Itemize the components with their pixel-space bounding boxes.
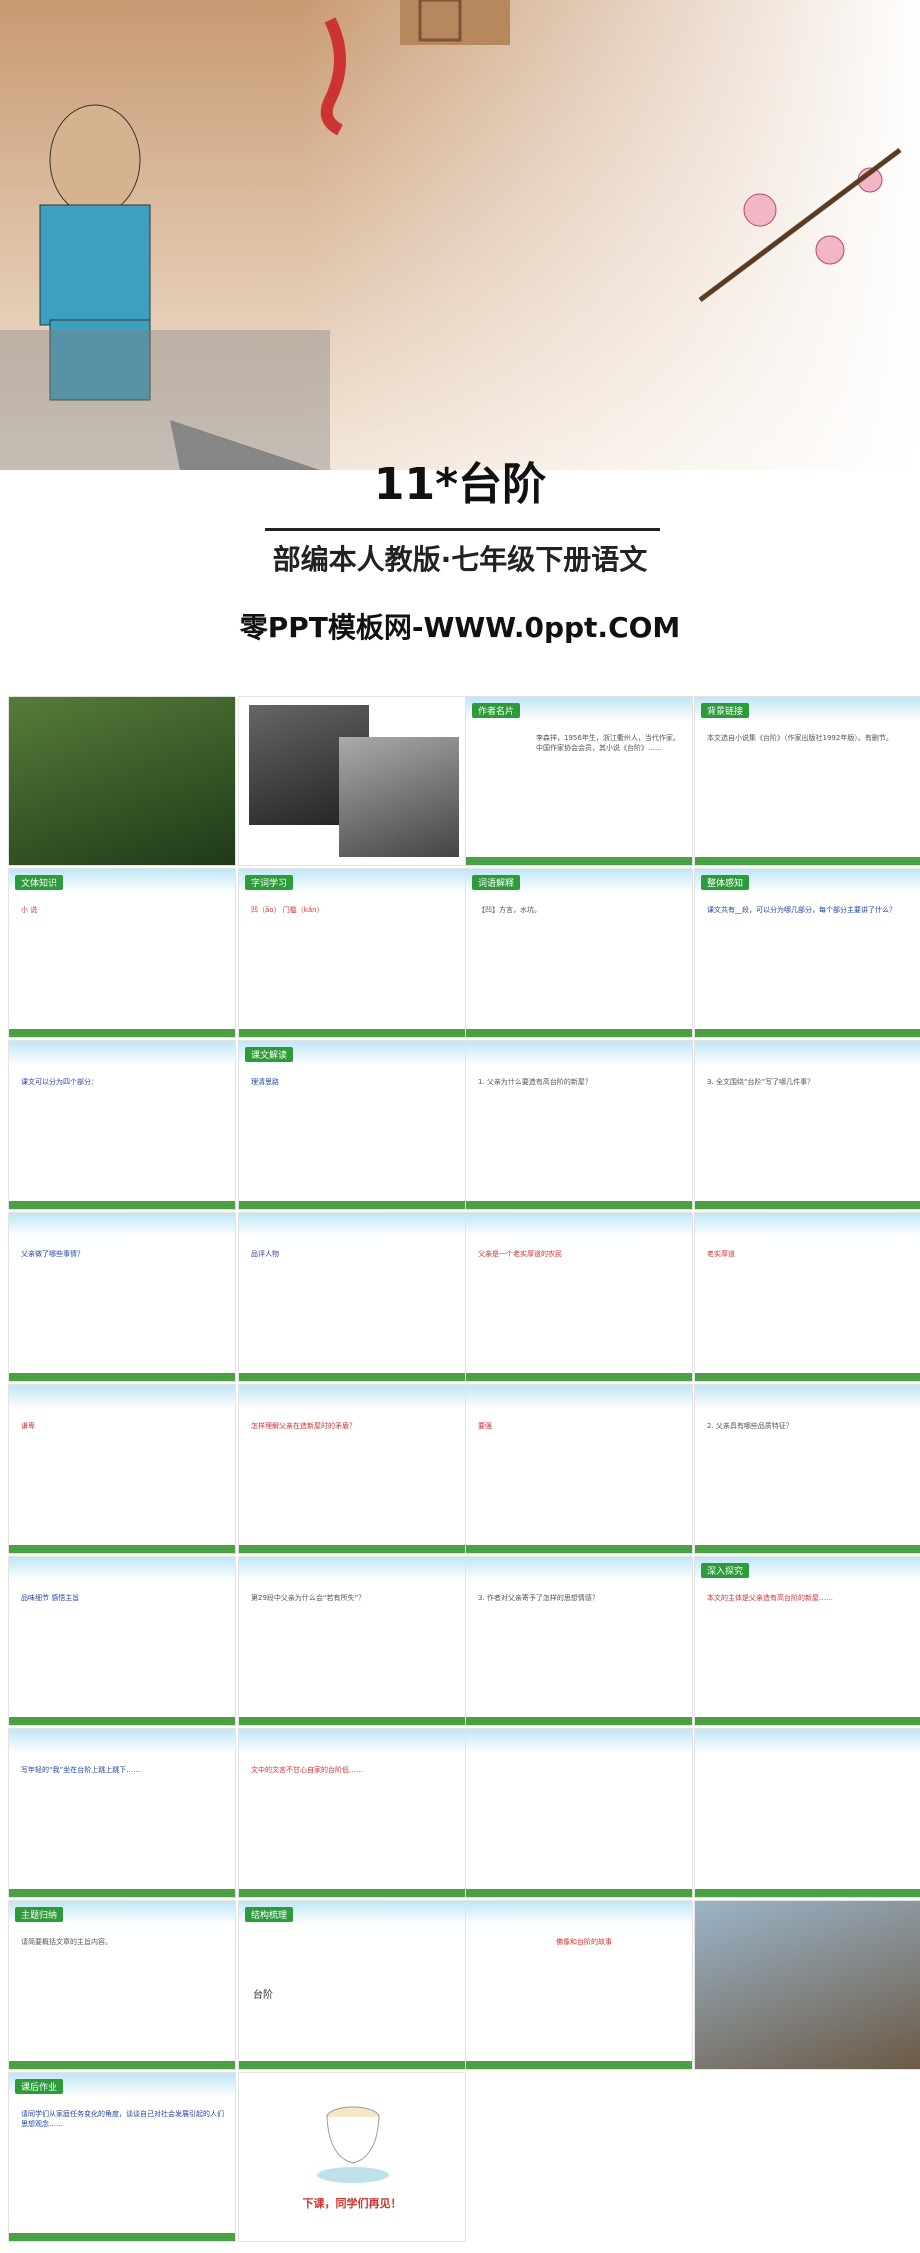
slide-text: 文中的文言不甘心自家的台阶低……	[251, 1766, 363, 1774]
slide-text: 台阶	[253, 1990, 273, 2001]
slide-tag: 作者名片	[472, 703, 521, 718]
slide-text: 理清思路	[251, 1078, 279, 1086]
steps-photo	[339, 737, 459, 857]
website-text: 零PPT模板网-WWW.0ppt.COM	[239, 611, 681, 644]
slide-thumbnail[interactable]: 作者名片 李森祥，1956年生，浙江衢州人，当代作家。中国作家协会会员，其小说《…	[465, 696, 693, 866]
slide-text: 本文选自小说集《台阶》（作家出版社1992年版）。有删节。	[707, 734, 893, 742]
slide-text: 老实厚道	[707, 1250, 735, 1258]
slide-thumbnail[interactable]: 怎样理解父亲在造新屋时的矛盾？	[238, 1384, 466, 1554]
slide-thumbnail[interactable]: 课文解读 理清思路	[238, 1040, 466, 1210]
slide-tag: 深入探究	[701, 1563, 750, 1578]
slide-thumbnail[interactable]: 1. 父亲为什么要造有高台阶的新屋？	[465, 1040, 693, 1210]
slide-text: 写年轻的“我”坐在台阶上跳上跳下……	[21, 1766, 141, 1774]
slide-tag: 课文解读	[245, 1047, 294, 1062]
goodbye-text: 下课，同学们再见！	[302, 2197, 402, 2210]
slide-thumbnail[interactable]	[465, 1728, 693, 1898]
slide-thumbnail[interactable]: 要强	[465, 1384, 693, 1554]
slide-text: 3. 全文围绕“台阶”写了哪几件事？	[707, 1078, 815, 1086]
slide-text: 请同学们从家庭任务变化的角度，谈谈自己对社会发展引起的人们思想观念……	[21, 2110, 224, 2128]
slide-thumbnail[interactable]: 文体知识 小 说	[8, 868, 236, 1038]
slide-text: 本文的主体是父亲造有高台阶的新屋……	[707, 1594, 833, 1602]
slide-text: 李森祥，1956年生，浙江衢州人，当代作家。中国作家协会会员，其小说《台阶》……	[536, 734, 680, 752]
page-title: 11*台阶	[373, 459, 547, 510]
slide-thumbnail[interactable]: 第29段中父亲为什么会“若有所失”？	[238, 1556, 466, 1726]
slide-thumbnail[interactable]	[8, 696, 236, 866]
slide-thumbnail[interactable]: 3. 作者对父亲寄予了怎样的思想情感？	[465, 1556, 693, 1726]
slide-thumbnail[interactable]	[238, 696, 466, 866]
slide-text: 3. 作者对父亲寄予了怎样的思想情感？	[478, 1594, 599, 1602]
slide-thumbnail[interactable]: 3. 全文围绕“台阶”写了哪几件事？	[694, 1040, 920, 1210]
slide-thumbnail[interactable]: 品味细节 感悟主旨	[8, 1556, 236, 1726]
slide-tag: 文体知识	[15, 875, 64, 890]
slide-thumbnail[interactable]: 谦卑	[8, 1384, 236, 1554]
slide-thumbnail[interactable]: 下课，同学们再见！	[238, 2072, 466, 2242]
slide-tag: 主题归纳	[15, 1907, 64, 1922]
slide-thumbnail[interactable]: 写年轻的“我”坐在台阶上跳上跳下……	[8, 1728, 236, 1898]
slide-thumbnail[interactable]	[694, 1900, 920, 2070]
slide-tag: 课后作业	[15, 2079, 64, 2094]
slide-text: 第29段中父亲为什么会“若有所失”？	[251, 1594, 366, 1602]
cover-illustration	[0, 0, 920, 470]
slide-text: 小 说	[21, 906, 38, 914]
slide-tag: 整体感知	[701, 875, 750, 890]
slide-text: 凹（āo） 门槛（kǎn）	[251, 906, 324, 914]
slide-text: 品评人物	[251, 1250, 279, 1258]
title-divider	[265, 528, 660, 531]
slide-thumbnail[interactable]: 字词学习 凹（āo） 门槛（kǎn）	[238, 868, 466, 1038]
slide-tag: 背景链接	[701, 703, 750, 718]
slide-thumbnail[interactable]: 2. 父亲具有哪些品质特征？	[694, 1384, 920, 1554]
slide-thumbnail[interactable]: 文中的文言不甘心自家的台阶低……	[238, 1728, 466, 1898]
slide-thumbnail[interactable]	[694, 1728, 920, 1898]
slide-text: 【凹】方言，水坑。	[478, 906, 541, 914]
slide-text: 品味细节 感悟主旨	[21, 1594, 80, 1602]
temple-photo	[695, 1901, 920, 2069]
slide-thumbnail[interactable]: 佛像和台阶的故事	[465, 1900, 693, 2070]
slide-thumbnail[interactable]: 深入探究 本文的主体是父亲造有高台阶的新屋……	[694, 1556, 920, 1726]
page-subtitle: 部编本人教版·七年级下册语文	[272, 543, 648, 576]
slide-text: 2. 父亲具有哪些品质特征？	[707, 1422, 793, 1430]
teacup-icon	[317, 2106, 389, 2183]
slide-text: 怎样理解父亲在造新屋时的矛盾？	[251, 1422, 356, 1430]
slide-thumbnail[interactable]: 父亲做了哪些事情？	[8, 1212, 236, 1382]
slide-text: 课文共有__段，可以分为哪几部分，每个部分主要讲了什么？	[707, 906, 896, 914]
slide-thumbnail[interactable]: 课后作业 请同学们从家庭任务变化的角度，谈谈自己对社会发展引起的人们思想观念……	[8, 2072, 236, 2242]
slide-text: 谦卑	[21, 1422, 35, 1430]
slide-text: 佛像和台阶的故事	[556, 1938, 612, 1946]
slide-thumbnail[interactable]: 课文可以分为四个部分：	[8, 1040, 236, 1210]
slide-text: 要强	[478, 1422, 492, 1430]
stairs-photo	[9, 697, 235, 865]
slide-thumbnail[interactable]: 父亲是一个老实厚道的农民	[465, 1212, 693, 1382]
slide-thumbnail[interactable]: 老实厚道	[694, 1212, 920, 1382]
slide-text: 课文可以分为四个部分：	[21, 1078, 98, 1086]
cover-slide: 11*台阶 部编本人教版·七年级下册语文 零PPT模板网-WWW.0ppt.CO…	[0, 0, 920, 690]
slide-thumbnail[interactable]: 主题归纳 请简要概括文章的主旨内容。	[8, 1900, 236, 2070]
slide-thumbnail[interactable]: 品评人物	[238, 1212, 466, 1382]
slide-text: 1. 父亲为什么要造有高台阶的新屋？	[478, 1078, 592, 1086]
slide-tag: 词语解释	[472, 875, 521, 890]
slide-thumbnail[interactable]: 背景链接 本文选自小说集《台阶》（作家出版社1992年版）。有删节。	[694, 696, 920, 866]
slide-tag: 结构梳理	[245, 1907, 294, 1922]
slide-text: 父亲做了哪些事情？	[21, 1250, 84, 1258]
slide-thumbnail[interactable]: 词语解释 【凹】方言，水坑。	[465, 868, 693, 1038]
slide-text: 父亲是一个老实厚道的农民	[478, 1250, 562, 1258]
slide-text: 请简要概括文章的主旨内容。	[21, 1938, 112, 1946]
slide-thumbnail[interactable]: 结构梳理 台阶	[238, 1900, 466, 2070]
slide-thumbnail[interactable]: 整体感知 课文共有__段，可以分为哪几部分，每个部分主要讲了什么？	[694, 868, 920, 1038]
slide-tag: 字词学习	[245, 875, 294, 890]
